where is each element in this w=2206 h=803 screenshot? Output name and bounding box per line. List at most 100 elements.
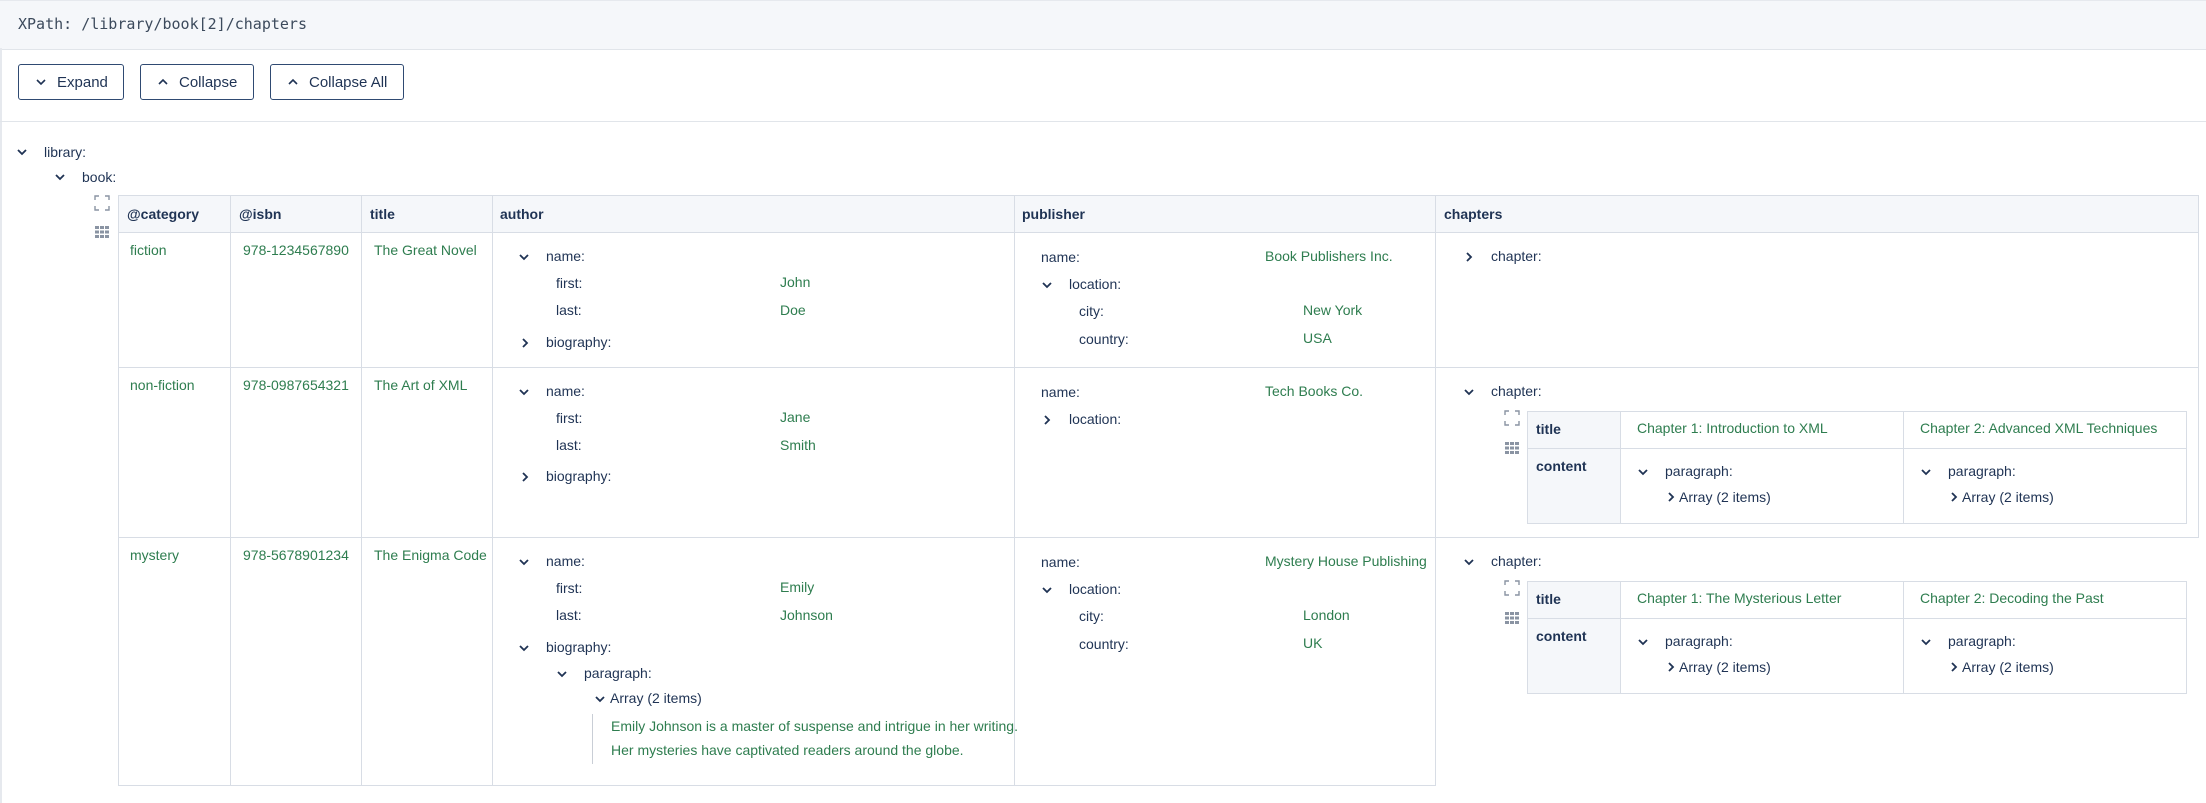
- grid-line: [118, 367, 2199, 368]
- grid-line: [118, 195, 119, 786]
- chevron-down-icon[interactable]: [556, 667, 568, 679]
- chevron-down-icon[interactable]: [518, 385, 530, 397]
- grid-line: [118, 232, 2199, 233]
- table-header-row: [118, 195, 2199, 232]
- column-header-chapters: chapters: [1444, 206, 1503, 222]
- chevron-right-icon[interactable]: [1948, 490, 1960, 502]
- paragraph-key: paragraph:: [1948, 633, 2016, 649]
- chapter-title-cell: Chapter 1: Introduction to XML: [1637, 420, 1828, 436]
- grid-line: [492, 195, 493, 786]
- chevron-right-icon[interactable]: [1463, 250, 1475, 262]
- tree-node-library: library:: [44, 144, 87, 160]
- cell-title: The Art of XML: [374, 377, 468, 393]
- chevron-down-icon[interactable]: [1637, 465, 1649, 477]
- column-header-author: author: [500, 206, 544, 222]
- chevron-down-icon[interactable]: [1637, 635, 1649, 647]
- array-label: Array (2 items): [1679, 659, 1771, 675]
- chevron-down-icon[interactable]: [1463, 555, 1475, 567]
- grid-line: [2198, 195, 2199, 538]
- chapter-title-cell: Chapter 2: Advanced XML Techniques: [1920, 420, 2158, 436]
- expand-icon[interactable]: [94, 195, 110, 211]
- nested-title-header: title: [1536, 421, 1561, 437]
- chevron-down-icon[interactable]: [16, 145, 28, 157]
- expand-button[interactable]: Expand: [18, 64, 124, 100]
- publisher-location-key: location:: [1069, 581, 1122, 597]
- chapter-title-cell: Chapter 2: Decoding the Past: [1920, 590, 2104, 606]
- grid-line: [1527, 523, 2187, 524]
- array-label: Array (2 items): [1962, 489, 2054, 505]
- grid-icon[interactable]: [94, 224, 110, 240]
- paragraph-key: paragraph:: [1665, 633, 1733, 649]
- expand-icon[interactable]: [1504, 580, 1520, 596]
- grid-line: [1527, 448, 2187, 449]
- column-header-publisher: publisher: [1022, 206, 1086, 222]
- grid-line: [118, 785, 1435, 786]
- chevron-right-icon[interactable]: [1665, 490, 1677, 502]
- cell-title: The Great Novel: [374, 242, 477, 258]
- chevron-down-icon[interactable]: [518, 555, 530, 567]
- array-label: Array (2 items): [1962, 659, 2054, 675]
- paragraph-key: paragraph:: [1948, 463, 2016, 479]
- author-biography-key: biography:: [546, 639, 612, 655]
- author-name-key: name:: [546, 248, 585, 264]
- cell-isbn: 978-1234567890: [243, 242, 349, 258]
- chevron-down-icon[interactable]: [1920, 465, 1932, 477]
- chevron-down-icon[interactable]: [1041, 583, 1053, 595]
- publisher-name-value: Book Publishers Inc.: [1265, 248, 1393, 264]
- expand-icon[interactable]: [1504, 410, 1520, 426]
- author-last-key: last:: [556, 437, 582, 453]
- toolbar-divider: [0, 121, 2206, 122]
- chevron-right-icon[interactable]: [519, 336, 531, 348]
- author-first-value: Jane: [780, 409, 811, 425]
- cell-title: The Enigma Code: [374, 547, 487, 563]
- nested-content-header: content: [1536, 458, 1587, 474]
- grid-line: [1620, 411, 1621, 524]
- grid-line: [1903, 581, 1904, 694]
- grid-line: [1527, 411, 2187, 412]
- author-last-value: Doe: [780, 302, 806, 318]
- grid-line: [1014, 195, 1015, 786]
- chevron-down-icon[interactable]: [54, 170, 66, 182]
- grid-icon[interactable]: [1504, 440, 1520, 456]
- chevron-up-icon: [287, 76, 299, 88]
- grid-line: [2186, 411, 2187, 524]
- publisher-city-key: city:: [1079, 303, 1104, 319]
- grid-line: [2186, 581, 2187, 694]
- collapse-all-label: Collapse All: [309, 74, 388, 91]
- publisher-country-key: country:: [1079, 636, 1129, 652]
- author-first-value: Emily: [780, 579, 815, 595]
- biography-paragraph-key: paragraph:: [584, 665, 652, 681]
- grid-icon[interactable]: [1504, 610, 1520, 626]
- chevron-down-icon[interactable]: [518, 641, 530, 653]
- author-last-value: Johnson: [780, 607, 833, 623]
- chevron-down-icon[interactable]: [518, 250, 530, 262]
- collapse-all-button[interactable]: Collapse All: [270, 64, 404, 100]
- chevron-right-icon[interactable]: [1948, 660, 1960, 672]
- collapse-button[interactable]: Collapse: [140, 64, 254, 100]
- author-first-key: first:: [556, 410, 583, 426]
- chevron-down-icon[interactable]: [1463, 385, 1475, 397]
- chevron-right-icon[interactable]: [1665, 660, 1677, 672]
- collapse-label: Collapse: [179, 74, 238, 91]
- publisher-location-key: location:: [1069, 276, 1122, 292]
- column-header-title: title: [370, 206, 395, 222]
- xpath-bar: [0, 0, 2206, 50]
- cell-isbn: 978-5678901234: [243, 547, 349, 563]
- chevron-down-icon[interactable]: [1041, 278, 1053, 290]
- chevron-right-icon[interactable]: [519, 470, 531, 482]
- column-header-isbn: @isbn: [239, 206, 282, 222]
- publisher-name-value: Mystery House Publishing: [1265, 553, 1427, 569]
- author-name-key: name:: [546, 383, 585, 399]
- chevron-down-icon[interactable]: [594, 692, 606, 704]
- biography-paragraph-text: Her mysteries have captivated readers ar…: [611, 742, 964, 758]
- author-last-value: Smith: [780, 437, 816, 453]
- chevron-right-icon[interactable]: [1041, 413, 1053, 425]
- expand-label: Expand: [57, 74, 108, 91]
- chevron-down-icon[interactable]: [1920, 635, 1932, 647]
- tree-node-book: book:: [82, 169, 117, 185]
- chapter-key: chapter:: [1491, 383, 1542, 399]
- chevron-down-icon: [35, 76, 47, 88]
- grid-line: [1527, 618, 2187, 619]
- publisher-location-key: location:: [1069, 411, 1122, 427]
- publisher-name-key: name:: [1041, 554, 1080, 570]
